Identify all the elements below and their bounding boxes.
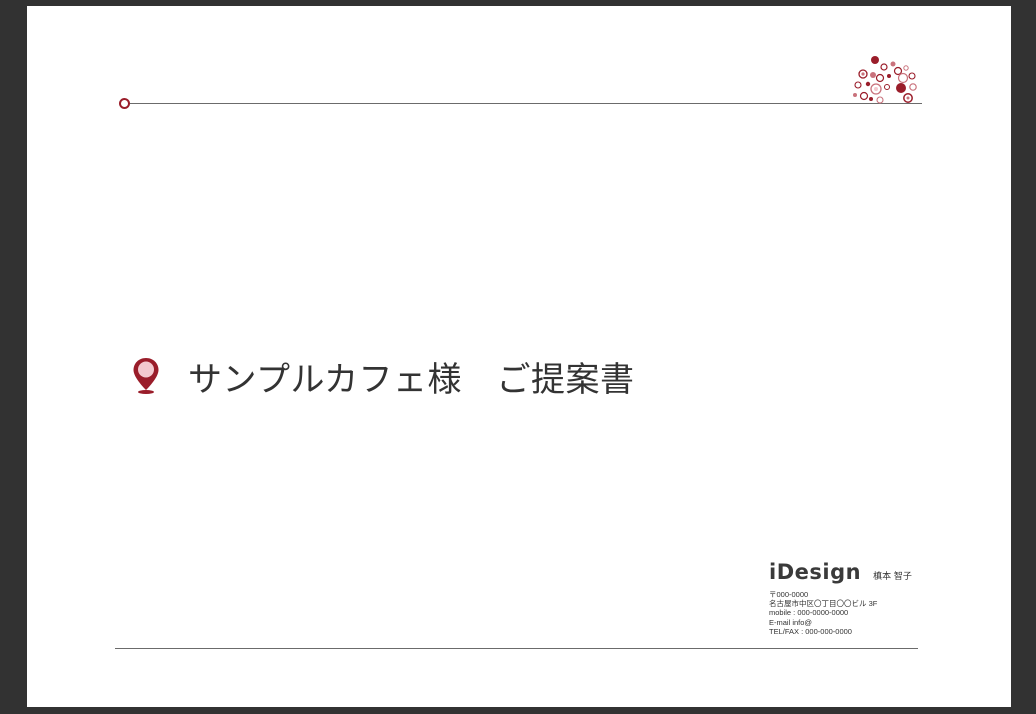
contact-email: E-mail info@ [769, 617, 813, 627]
footer-divider [115, 648, 918, 649]
header-divider-dot [119, 98, 130, 109]
header-divider [125, 103, 922, 104]
slide-page: サンプルカフェ様 ご提案書 iDesign 槙本 智子 〒000-0000 名古… [27, 6, 1011, 707]
title-row: サンプルカフェ様 ご提案書 [132, 354, 635, 400]
contact-postal: 〒000-0000 [769, 590, 809, 599]
contact-person: 槙本 智子 [873, 572, 912, 582]
slide-title: サンプルカフェ様 ご提案書 [188, 359, 635, 400]
company-logo: iDesign [769, 560, 862, 584]
contact-mobile: mobile : 000-0000-0000 [769, 608, 849, 618]
contact-info: 〒000-0000 名古屋市中区〇丁目〇〇ビル 3F mobile : 000-… [769, 590, 969, 636]
brand-line: iDesign 槙本 智子 [769, 560, 969, 584]
contact-tel-fax: TEL/FAX : 000-000-0000 [769, 626, 852, 636]
bubbles-decoration [853, 56, 917, 104]
brand-block: iDesign 槙本 智子 〒000-0000 名古屋市中区〇丁目〇〇ビル 3F… [769, 560, 969, 636]
document-viewer: サンプルカフェ様 ご提案書 iDesign 槙本 智子 〒000-0000 名古… [0, 0, 1036, 714]
map-pin-icon [133, 358, 159, 394]
contact-address: 名古屋市中区〇丁目〇〇ビル 3F [769, 599, 878, 609]
